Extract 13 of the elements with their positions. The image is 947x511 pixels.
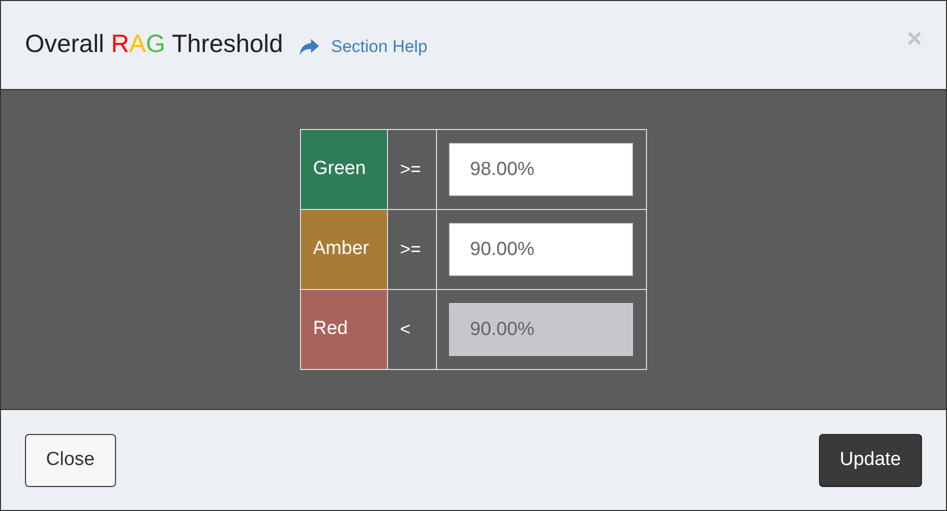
share-arrow-icon [299,39,320,55]
operator-cell: >= [388,210,436,290]
dialog-title: Overall RAG Threshold [25,29,284,60]
operator-cell: >= [388,130,436,210]
threshold-label: Green [300,130,388,210]
threshold-input[interactable]: 98.00% [449,143,633,196]
threshold-label: Red [300,290,388,370]
operator-cell: < [388,290,436,370]
threshold-input[interactable]: 90.00% [449,223,633,276]
threshold-label: Amber [300,210,388,290]
close-dialog-button[interactable]: Close [25,434,116,486]
section-help-link[interactable]: Section Help [299,34,428,60]
update-button[interactable]: Update [818,434,922,486]
